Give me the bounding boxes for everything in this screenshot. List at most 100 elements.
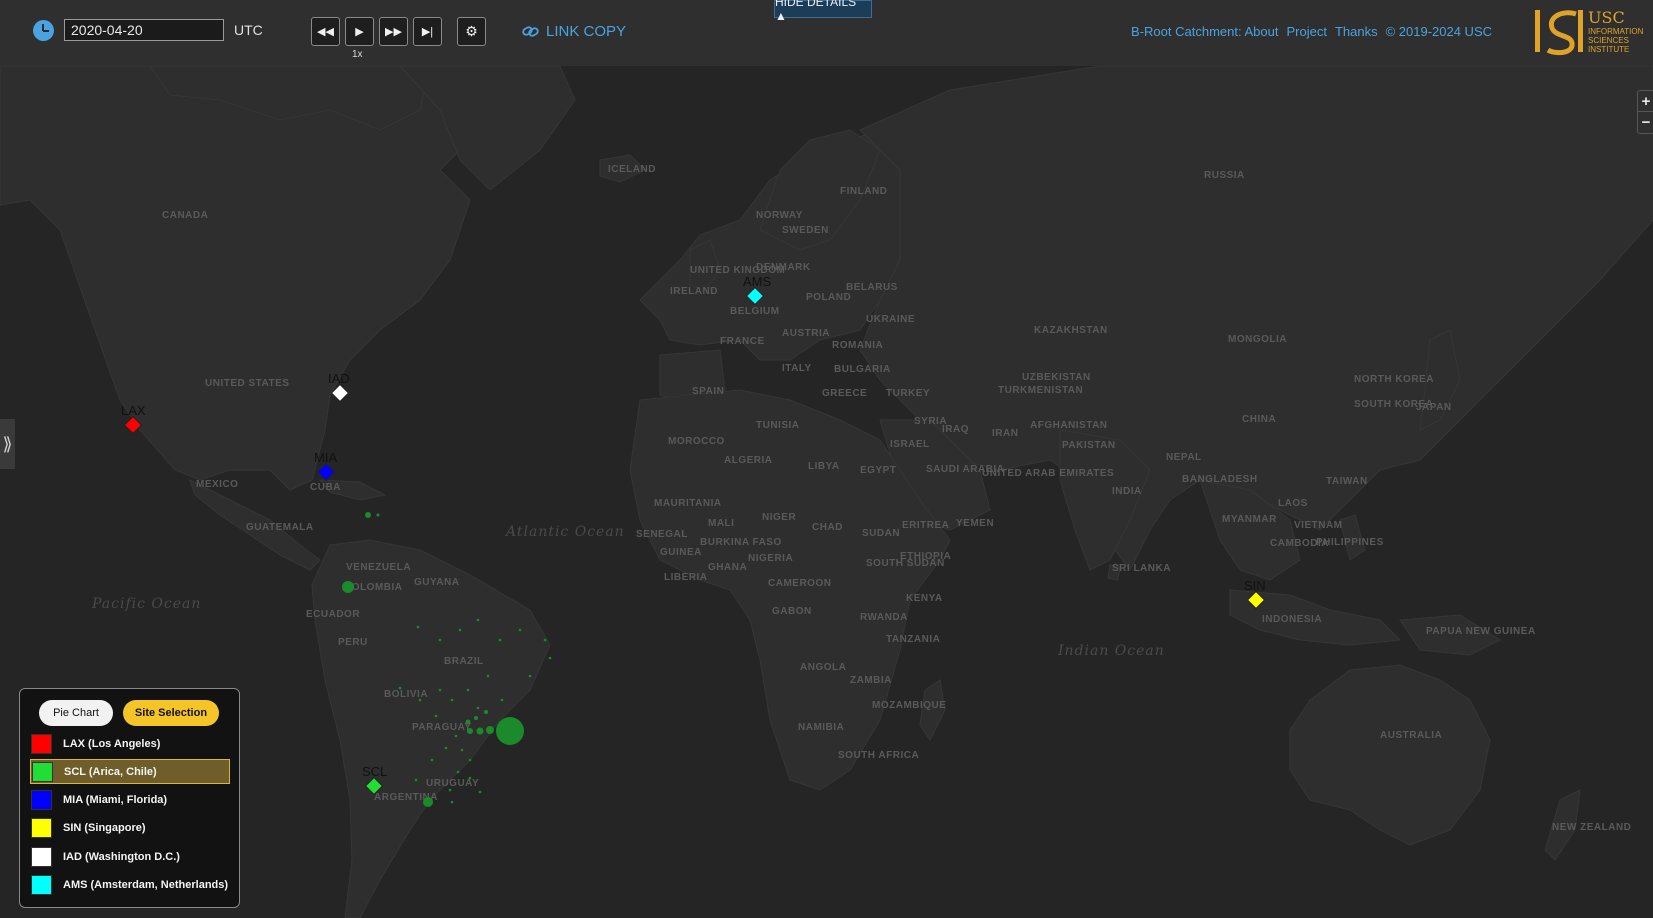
project-link[interactable]: Project (1286, 24, 1326, 39)
gear-icon: ⚙ (465, 23, 478, 39)
link-copy-label: LINK COPY (546, 23, 627, 40)
catchment-dot (465, 719, 471, 725)
catchment-dot (448, 788, 452, 792)
site-code-label: IAD (328, 371, 350, 386)
ocean-label-pacific: Pacific Ocean (91, 596, 201, 612)
catchment-dot (460, 748, 464, 752)
country-label: ZAMBIA (850, 675, 892, 686)
skip-back-button[interactable]: ◀◀︎ (311, 17, 340, 46)
country-label: CHAD (812, 522, 843, 533)
country-label: NEPAL (1166, 452, 1202, 463)
catchment-dot (458, 628, 462, 632)
country-label: NIGERIA (748, 553, 793, 564)
country-label: ERITREA (902, 520, 949, 531)
catchment-dot (484, 710, 488, 714)
top-toolbar: UTC ◀◀︎ ▶︎ ▶▶︎ ▶| 1x ⚙ LINK COPY HIDE DE… (0, 0, 1653, 66)
site-name-label: LAX (Los Angeles) (63, 737, 161, 750)
zoom-out-button[interactable]: − (1638, 112, 1653, 133)
site-color-swatch (32, 761, 53, 782)
world-map[interactable]: ICELAND CANADA FINLAND NORWAY SWEDEN RUS… (0, 0, 1653, 918)
country-label: KAZAKHSTAN (1034, 325, 1108, 336)
country-label: CAMBODIA (1270, 538, 1329, 549)
play-button[interactable]: ▶︎ (345, 17, 374, 46)
country-label: GABON (772, 606, 812, 617)
country-label: SOUTH SUDAN (866, 558, 945, 569)
catchment-dot (454, 734, 458, 738)
settings-button[interactable]: ⚙ (457, 17, 486, 46)
fast-forward-button[interactable]: ▶▶︎ (379, 17, 408, 46)
country-label: PARAGUAY (412, 722, 472, 733)
catchment-dot (498, 638, 502, 642)
country-label: INDONESIA (1262, 614, 1322, 625)
catchment-dot (476, 618, 480, 622)
country-label: GREECE (822, 388, 867, 399)
country-label: CANADA (162, 210, 208, 221)
country-label: INDIA (1112, 486, 1142, 497)
country-label: FRANCE (720, 336, 765, 347)
country-label: URUGUAY (426, 778, 479, 789)
country-label: ECUADOR (306, 609, 360, 620)
zoom-in-button[interactable]: + (1638, 91, 1653, 112)
catchment-dot (414, 778, 418, 782)
pie-chart-tab[interactable]: Pie Chart (39, 700, 113, 726)
catchment-dot (438, 688, 442, 692)
header-links: B-Root Catchment: About Project Thanks ©… (1131, 24, 1492, 39)
country-label: BANGLADESH (1182, 474, 1258, 485)
about-link[interactable]: B-Root Catchment: About (1131, 24, 1278, 39)
country-label: BELARUS (846, 282, 898, 293)
country-label: NEW ZEALAND (1552, 822, 1631, 833)
country-label: SWEDEN (782, 225, 829, 236)
skip-end-icon: ▶| (421, 26, 434, 38)
hide-details-button[interactable]: HIDE DETAILS ▲ (774, 0, 872, 23)
double-chevron-right-icon: ⟫ (2, 433, 13, 454)
catchment-dot (450, 698, 454, 702)
country-label: ROMANIA (832, 340, 883, 351)
site-row-scl[interactable]: SCL (Arica, Chile) (30, 759, 230, 785)
country-label: IRELAND (670, 286, 718, 297)
country-label: POLAND (806, 292, 851, 303)
site-selection-tab[interactable]: Site Selection (123, 700, 219, 726)
country-label: KENYA (906, 593, 943, 604)
site-row-sin[interactable]: SIN (Singapore) (30, 816, 230, 841)
country-label: DENMARK (756, 262, 811, 273)
catchment-dot (418, 698, 422, 702)
country-label: SRI LANKA (1112, 563, 1171, 574)
country-label: JAPAN (1416, 402, 1452, 413)
site-row-iad[interactable]: IAD (Washington D.C.) (30, 844, 230, 869)
country-label: ICELAND (608, 164, 656, 175)
site-color-swatch (31, 790, 52, 811)
isi-logo-icon (1535, 10, 1583, 56)
side-panel-toggle[interactable]: ⟫ (0, 419, 15, 469)
country-label: NORWAY (756, 210, 803, 221)
skip-end-button[interactable]: ▶| (413, 17, 442, 46)
catchment-dot (467, 728, 473, 734)
country-label: GUINEA (660, 547, 702, 558)
country-label: SENEGAL (636, 529, 688, 540)
site-row-lax[interactable]: LAX (Los Angeles) (30, 731, 230, 756)
country-label: ALGERIA (724, 455, 773, 466)
site-code-label: LAX (121, 403, 146, 418)
country-label: NORTH KOREA (1354, 374, 1434, 385)
link-copy-button[interactable]: LINK COPY (522, 23, 626, 40)
thanks-link[interactable]: Thanks (1335, 24, 1378, 39)
country-label: MALI (708, 518, 734, 529)
usc-isi-logo[interactable]: USC INFORMATION SCIENCES INSTITUTE (1534, 6, 1649, 58)
playback-speed-label: 1x (352, 49, 363, 60)
catchment-dot (444, 746, 448, 750)
country-label: MOZAMBIQUE (872, 700, 946, 711)
date-input[interactable] (64, 19, 224, 41)
site-row-ams[interactable]: AMS (Amsterdam, Netherlands) (30, 873, 230, 898)
site-name-label: AMS (Amsterdam, Netherlands) (63, 879, 229, 891)
site-code-label: SIN (1244, 578, 1266, 593)
catchment-dot (468, 758, 472, 762)
site-row-mia[interactable]: MIA (Miami, Florida) (30, 788, 230, 813)
country-label: ITALY (782, 363, 812, 374)
copyright-text: © 2019-2024 USC (1385, 24, 1492, 39)
catchment-dot (376, 513, 380, 517)
ocean-label-atlantic: Atlantic Ocean (504, 524, 625, 540)
country-label: BOLIVIA (384, 689, 428, 700)
site-color-swatch (31, 733, 52, 754)
site-color-swatch (31, 818, 52, 839)
isi-line: SCIENCES (1588, 36, 1629, 45)
country-label: GUYANA (414, 577, 459, 588)
